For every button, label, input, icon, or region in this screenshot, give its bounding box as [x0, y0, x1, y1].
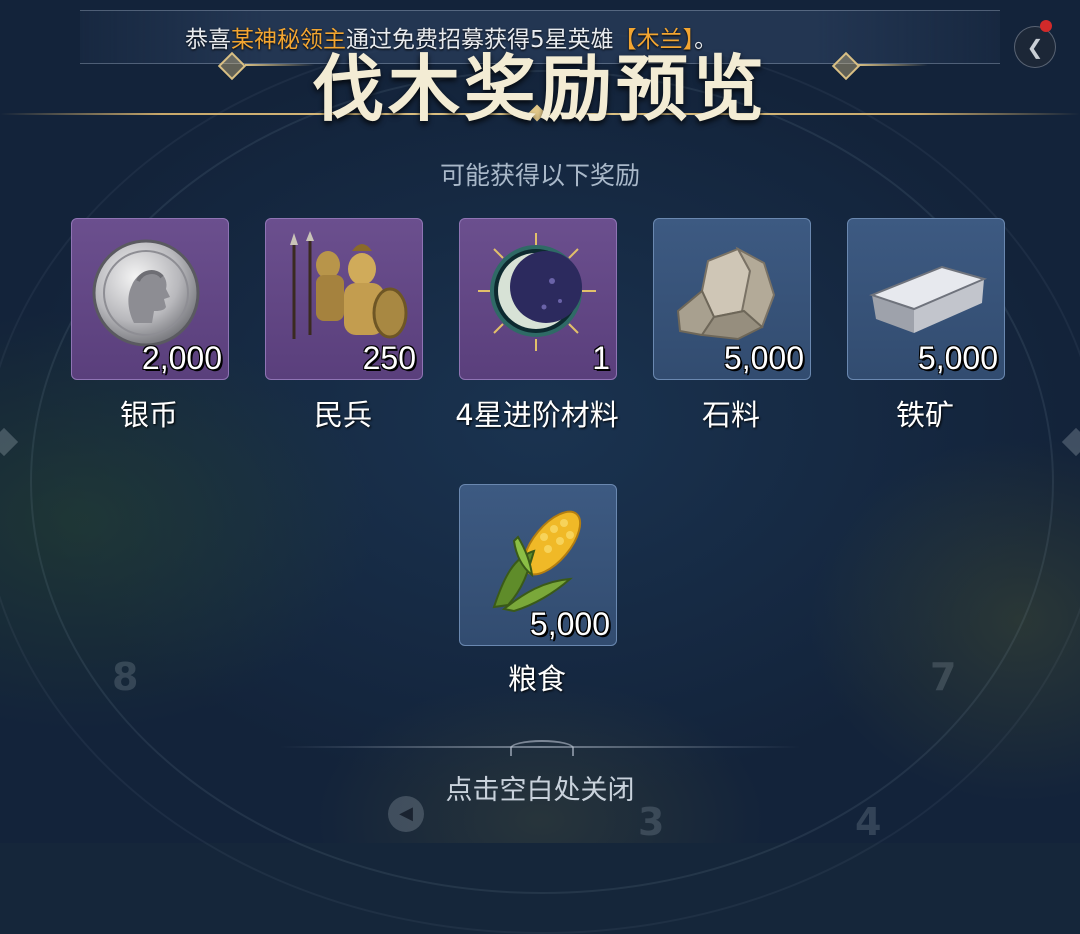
reward-card-material[interactable]: 1 — [459, 218, 617, 380]
corn-icon — [492, 510, 582, 613]
announcement-text: 恭喜某神秘领主通过免费招募获得5星英雄【木兰】。 — [185, 20, 717, 54]
notification-dot — [1040, 20, 1052, 32]
subtitle: 可能获得以下奖励 — [439, 161, 640, 190]
reward-card-food[interactable]: 5,000 — [459, 484, 617, 646]
reward-count: 2,000 — [141, 340, 222, 376]
map-number: 7 — [930, 655, 957, 699]
map-nav-arrow-icon[interactable]: ◀ — [388, 796, 424, 832]
announcement-prefix: 恭喜 — [185, 27, 231, 53]
moon-orb-icon — [478, 233, 596, 351]
militia-soldiers-icon — [290, 231, 408, 339]
close-hint[interactable]: 点击空白处关闭 — [0, 768, 1080, 807]
reward-label: 4星进阶材料 — [455, 398, 619, 432]
reward-label: 铁矿 — [895, 398, 954, 432]
map-number: 8 — [112, 655, 139, 699]
stone-icon — [676, 246, 776, 341]
reward-card-silver[interactable]: 2,000 — [71, 218, 229, 380]
announcement-suffix: 。 — [694, 27, 718, 53]
reward-count: 5,000 — [917, 340, 998, 376]
reward-count: 5,000 — [529, 606, 610, 642]
reward-card-iron[interactable]: 5,000 — [847, 218, 1005, 380]
reward-count: 1 — [592, 340, 610, 376]
silver-coin-icon — [92, 239, 200, 347]
announcement-middle: 通过免费招募获得5星英雄 — [346, 27, 614, 53]
reward-label: 民兵 — [313, 398, 372, 432]
reward-card-stone[interactable]: 5,000 — [653, 218, 811, 380]
reward-label: 粮食 — [507, 662, 566, 696]
announcement-player: 某神秘领主 — [231, 27, 346, 53]
iron-ingot-icon — [869, 265, 987, 333]
reward-count: 5,000 — [723, 340, 804, 376]
back-button[interactable]: ❮ — [1014, 26, 1056, 68]
reward-card-militia[interactable]: 250 — [265, 218, 423, 380]
reward-label: 石料 — [701, 398, 760, 432]
reward-label: 银币 — [119, 398, 178, 432]
back-arrow-icon: ❮ — [1026, 35, 1044, 59]
reward-count: 250 — [362, 340, 416, 376]
announcement-hero: 【木兰】 — [613, 27, 695, 53]
bottom-divider-ornament — [510, 740, 574, 756]
